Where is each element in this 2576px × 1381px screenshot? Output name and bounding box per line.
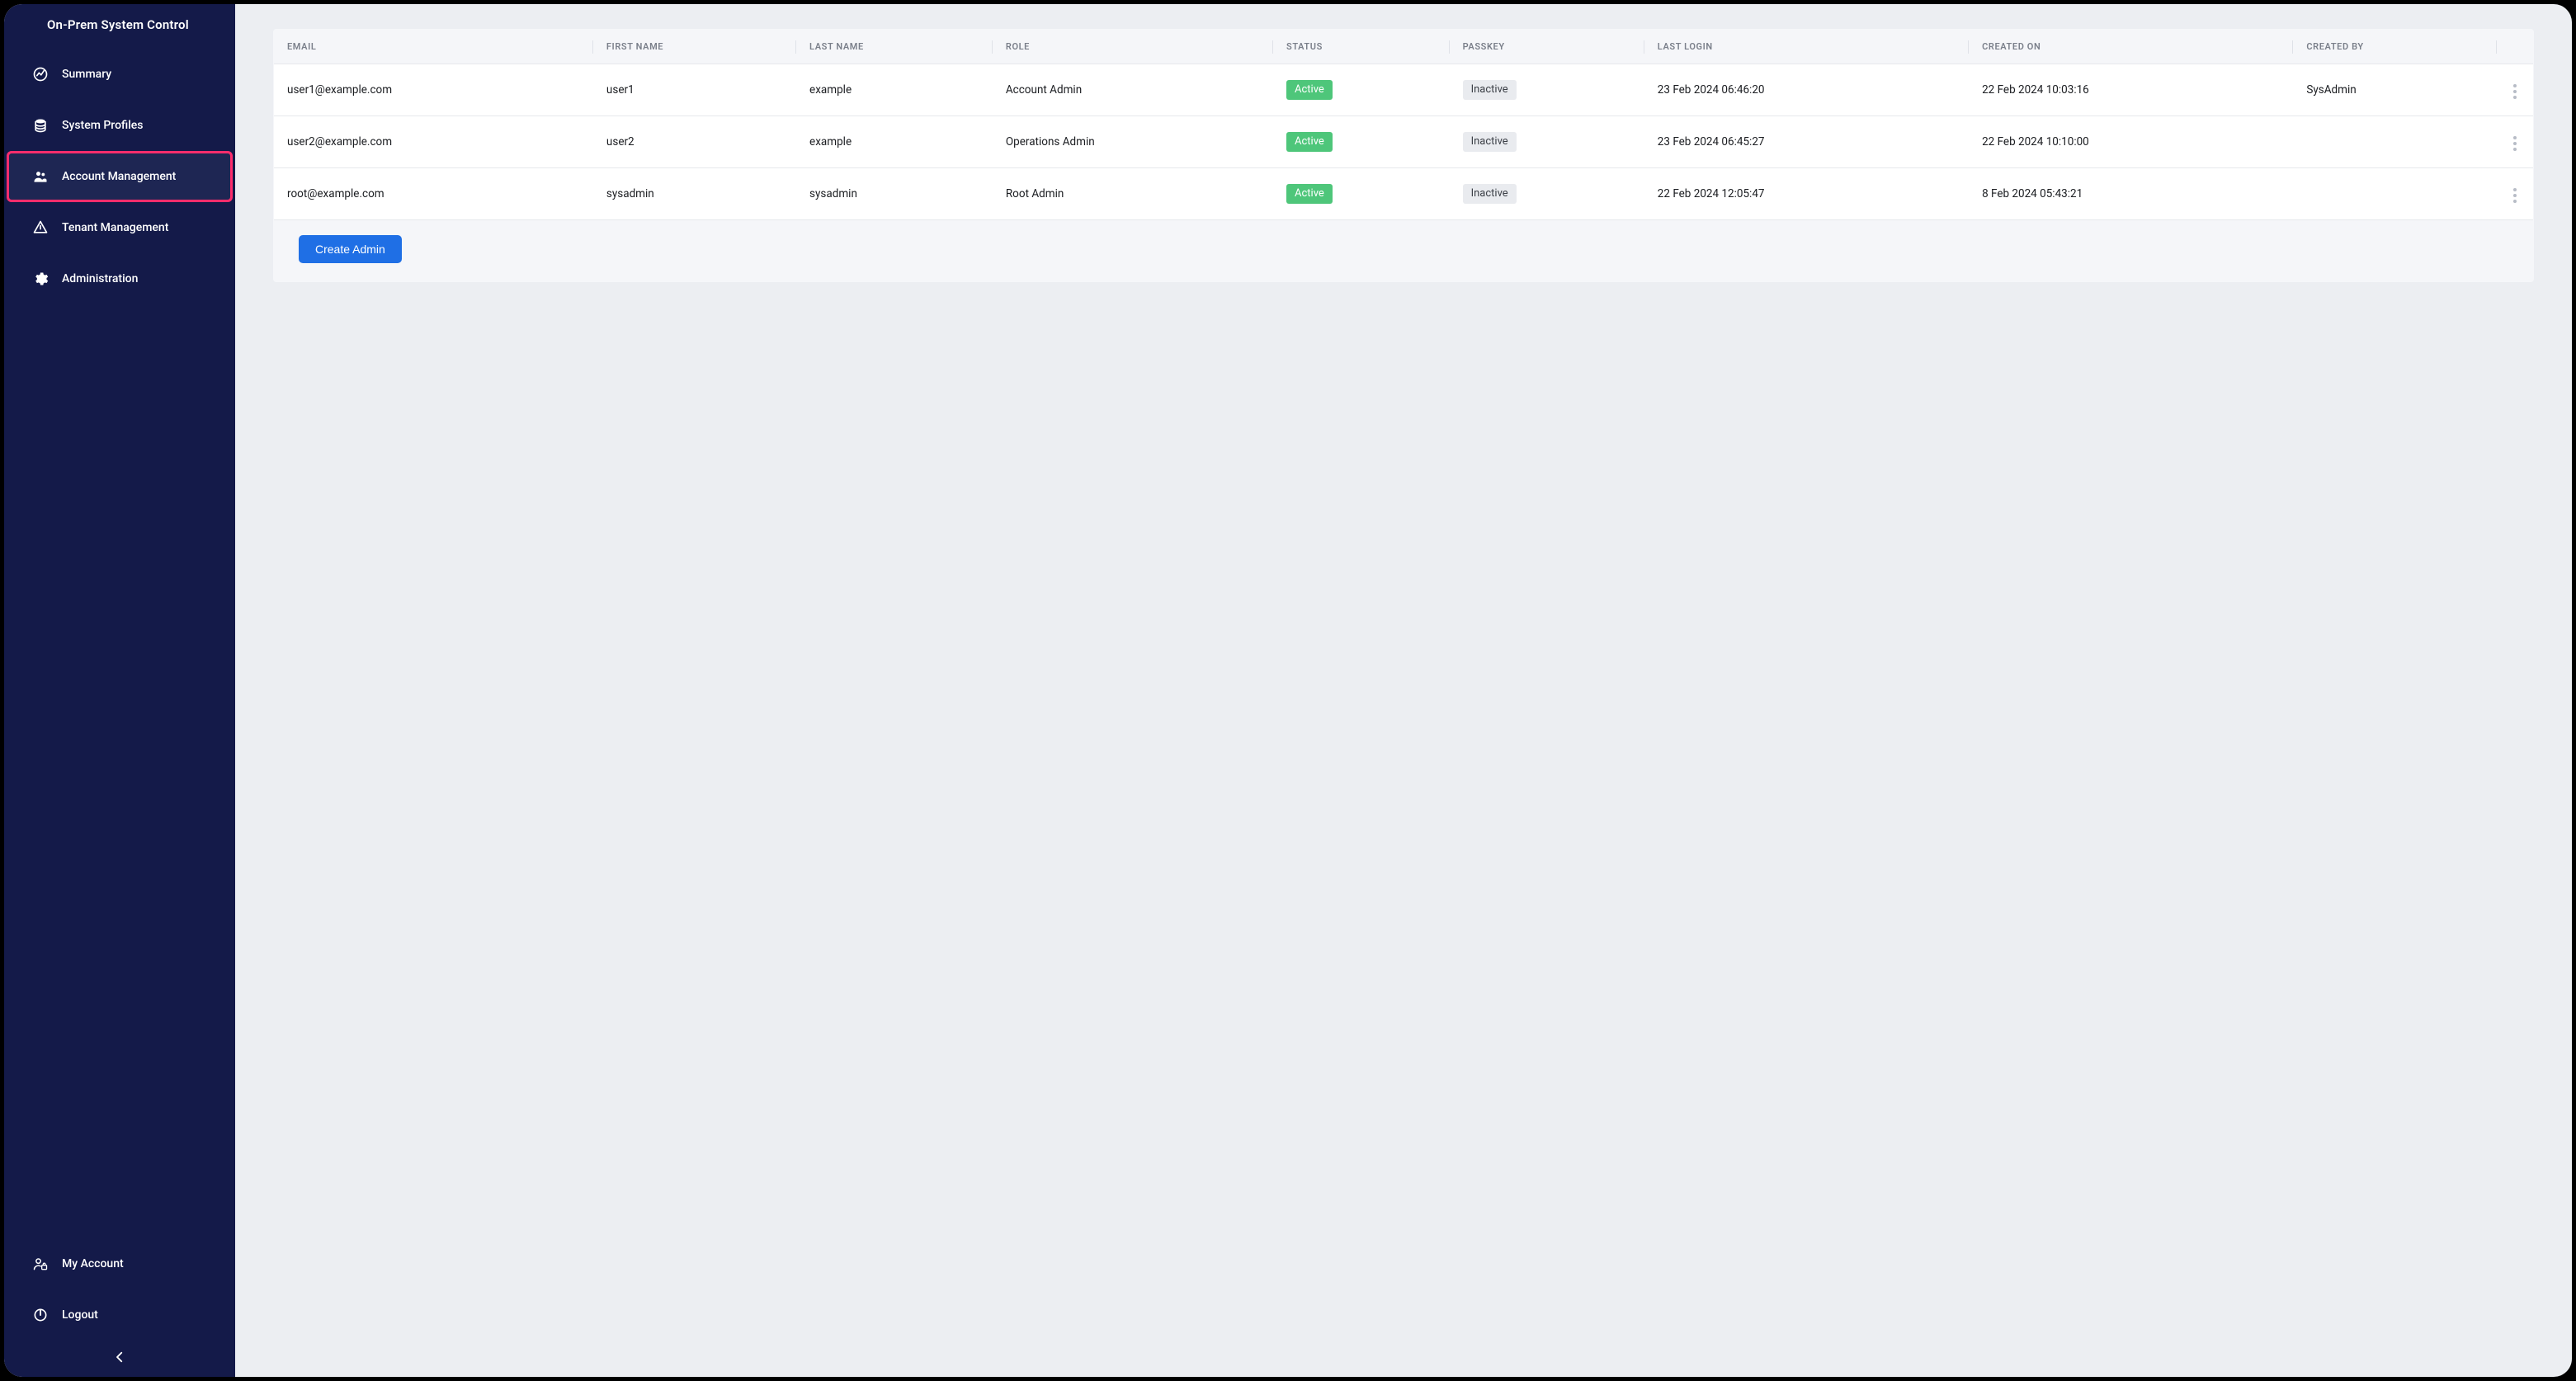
cell-status: Active [1273,64,1450,116]
cell-passkey: Inactive [1450,64,1644,116]
cell-status: Active [1273,168,1450,220]
column-header-created-on[interactable]: Created On [1969,30,2293,64]
row-actions [2497,64,2533,116]
sidebar-item-logout[interactable]: Logout [7,1289,233,1341]
sidebar-item-label: Summary [62,68,214,81]
cell-last-login: 23 Feb 2024 06:46:20 [1644,64,1969,116]
column-header-actions [2497,30,2533,64]
cell-passkey: Inactive [1450,168,1644,220]
column-header-last-login[interactable]: Last Login [1644,30,1969,64]
cell-email: user1@example.com [274,64,593,116]
gear-icon [32,271,49,287]
cell-last-login: 23 Feb 2024 06:45:27 [1644,116,1969,168]
table-row[interactable]: user2@example.com user2 example Operatio… [274,116,2533,168]
more-menu-icon[interactable] [2510,133,2520,154]
row-actions [2497,168,2533,220]
column-header-role[interactable]: Role [993,30,1273,64]
tenant-icon [32,219,49,236]
cell-passkey: Inactive [1450,116,1644,168]
chevron-left-icon [112,1350,127,1368]
cell-status: Active [1273,116,1450,168]
column-header-last-name[interactable]: Last Name [796,30,993,64]
sidebar-item-system-profiles[interactable]: System Profiles [7,100,233,151]
sidebar-item-my-account[interactable]: My Account [7,1238,233,1289]
sidebar-bottom: My Account Logout [4,1238,235,1377]
sidebar-item-summary[interactable]: Summary [7,49,233,100]
sidebar-collapse-button[interactable] [4,1341,235,1377]
cell-role: Account Admin [993,64,1273,116]
cell-first-name: sysadmin [593,168,796,220]
column-header-status[interactable]: Status [1273,30,1450,64]
sidebar-item-label: My Account [62,1257,214,1270]
panel-footer: Create Admin [274,220,2533,281]
cell-created-on: 22 Feb 2024 10:10:00 [1969,116,2293,168]
column-header-first-name[interactable]: First Name [593,30,796,64]
cell-last-name: sysadmin [796,168,993,220]
passkey-badge: Inactive [1463,80,1517,100]
create-admin-button[interactable]: Create Admin [299,235,402,263]
sidebar: On-Prem System Control Summary System Pr… [4,4,235,1377]
sidebar-item-account-management[interactable]: Account Management [7,151,233,202]
cell-created-on: 22 Feb 2024 10:03:16 [1969,64,2293,116]
cell-role: Operations Admin [993,116,1273,168]
cell-first-name: user2 [593,116,796,168]
user-lock-icon [32,1256,49,1272]
status-badge: Active [1286,80,1333,100]
table-row[interactable]: root@example.com sysadmin sysadmin Root … [274,168,2533,220]
cell-email: root@example.com [274,168,593,220]
sidebar-item-label: System Profiles [62,119,214,132]
sidebar-nav: Summary System Profiles Account Manageme… [4,45,235,308]
app-window: On-Prem System Control Summary System Pr… [4,4,2572,1377]
row-actions [2497,116,2533,168]
status-badge: Active [1286,132,1333,152]
status-badge: Active [1286,184,1333,204]
people-icon [32,168,49,185]
column-header-passkey[interactable]: Passkey [1450,30,1644,64]
column-header-email[interactable]: Email [274,30,593,64]
sidebar-item-label: Logout [62,1308,214,1322]
passkey-badge: Inactive [1463,132,1517,152]
chart-line-icon [32,66,49,82]
cell-last-name: example [796,64,993,116]
cell-created-by [2293,168,2497,220]
sidebar-item-label: Administration [62,272,214,285]
main-content: Email First Name Last Name Role Status P… [235,4,2572,1377]
cell-created-on: 8 Feb 2024 05:43:21 [1969,168,2293,220]
sidebar-item-label: Account Management [62,170,214,183]
sidebar-item-label: Tenant Management [62,221,214,234]
more-menu-icon[interactable] [2510,185,2520,206]
more-menu-icon[interactable] [2510,81,2520,102]
table-row[interactable]: user1@example.com user1 example Account … [274,64,2533,116]
sidebar-item-administration[interactable]: Administration [7,253,233,304]
cell-role: Root Admin [993,168,1273,220]
sidebar-title: On-Prem System Control [4,4,235,45]
power-icon [32,1307,49,1323]
column-header-created-by[interactable]: Created By [2293,30,2497,64]
cell-last-login: 22 Feb 2024 12:05:47 [1644,168,1969,220]
sidebar-item-tenant-management[interactable]: Tenant Management [7,202,233,253]
cell-email: user2@example.com [274,116,593,168]
cell-last-name: example [796,116,993,168]
passkey-badge: Inactive [1463,184,1517,204]
cell-created-by [2293,116,2497,168]
stack-icon [32,117,49,134]
accounts-panel: Email First Name Last Name Role Status P… [273,29,2534,282]
cell-created-by: SysAdmin [2293,64,2497,116]
cell-first-name: user1 [593,64,796,116]
accounts-table: Email First Name Last Name Role Status P… [274,30,2533,220]
